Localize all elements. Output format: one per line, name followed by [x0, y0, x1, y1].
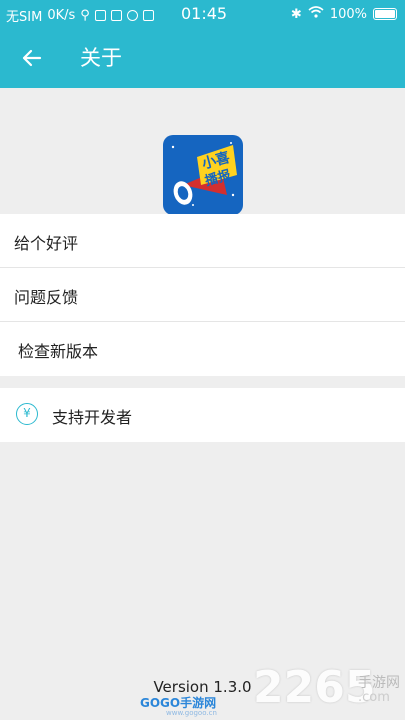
- arrow-left-icon: [22, 49, 42, 67]
- menu-item-check-update[interactable]: 检查新版本: [0, 322, 405, 376]
- status-left: 无SIM 0K/s ⚲: [6, 6, 154, 25]
- watermark-2265-url: .com: [358, 690, 390, 705]
- yen-icon: ¥: [16, 403, 38, 425]
- menu-item-feedback[interactable]: 问题反馈: [0, 268, 405, 322]
- menu-item-label: 问题反馈: [14, 288, 79, 307]
- menu-group-main: 给个好评 问题反馈 检查新版本: [0, 214, 405, 376]
- back-button[interactable]: [18, 44, 46, 72]
- app-logo: 小喜 播报: [163, 135, 243, 215]
- network-speed: 0K/s: [47, 8, 76, 23]
- status-time: 01:45: [181, 4, 228, 23]
- menu-item-support[interactable]: ¥ 支持开发者: [0, 388, 405, 442]
- watermark-2265-sub: 手游网: [358, 675, 400, 691]
- status-right: ✱ 100%: [291, 6, 397, 22]
- usb-icon: ⚲: [80, 8, 90, 23]
- menu-item-rate[interactable]: 给个好评: [0, 214, 405, 268]
- qq-icon: [126, 10, 138, 21]
- bluetooth-icon: ✱: [290, 6, 302, 22]
- app-icon: [110, 10, 122, 21]
- status-bar: 无SIM 0K/s ⚲ 01:45 ✱ 100%: [0, 0, 405, 28]
- page-title: 关于: [80, 46, 122, 70]
- battery-percent: 100%: [329, 6, 367, 22]
- battery-icon: [373, 8, 397, 20]
- sim-icon: [142, 10, 154, 21]
- watermark-gogo-url: www.gogoo.cn: [166, 709, 217, 717]
- wifi-icon: [308, 6, 324, 22]
- menu-item-label: 支持开发者: [52, 408, 133, 427]
- carrier-text: 无SIM: [6, 10, 43, 25]
- menu-group-support: ¥ 支持开发者: [0, 388, 405, 442]
- menu-item-label: 检查新版本: [18, 342, 99, 361]
- menu-item-label: 给个好评: [14, 234, 79, 253]
- notification-icon: [94, 10, 106, 21]
